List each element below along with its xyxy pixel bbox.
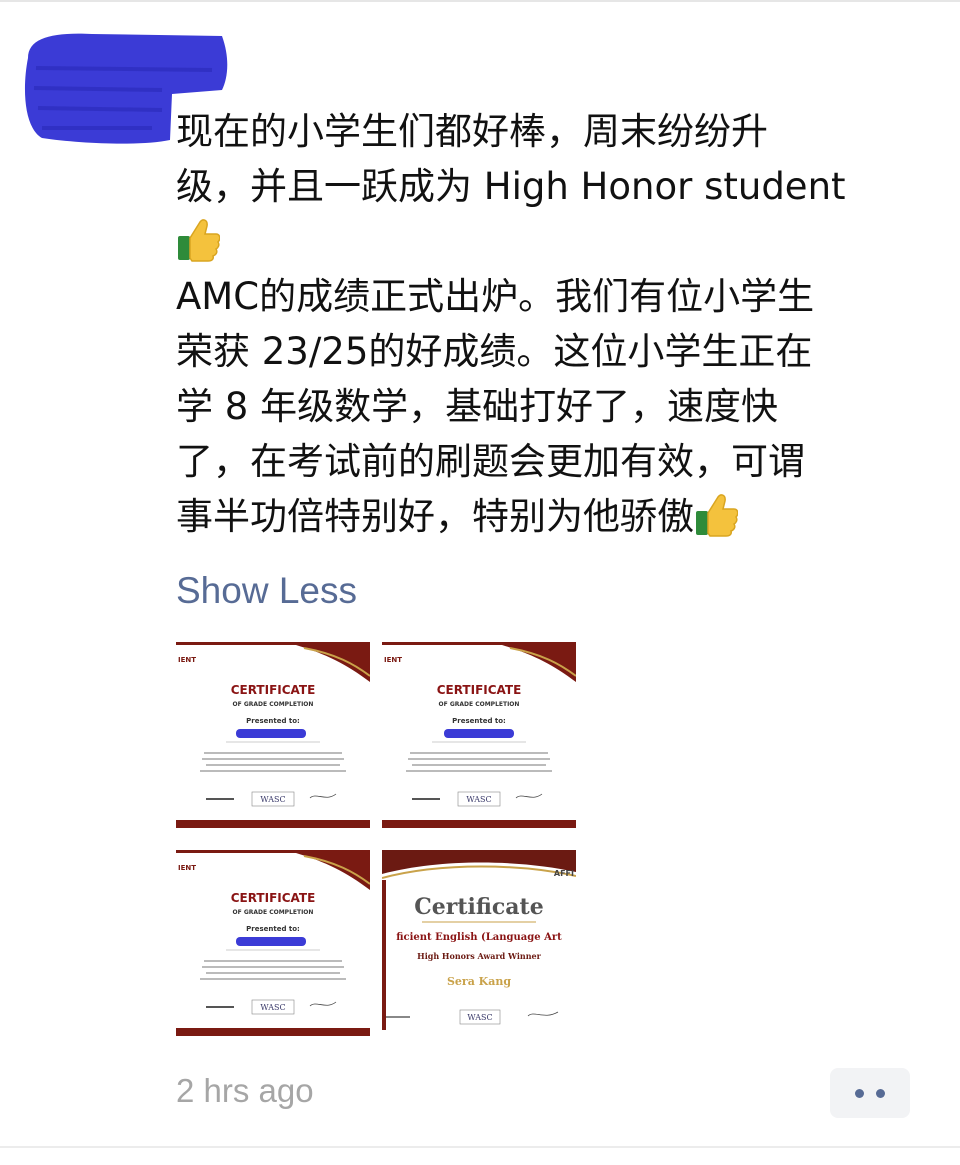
show-less-link[interactable]: Show Less bbox=[176, 570, 357, 612]
bottom-divider bbox=[0, 1146, 960, 1148]
post-line: 现在的小学生们都好棒，周末纷纷升 bbox=[176, 110, 768, 153]
certificate-award-line: ficient English (Language Art bbox=[396, 932, 562, 943]
certificate-subtitle: OF GRADE COMPLETION bbox=[439, 701, 520, 708]
post-timestamp: 2 hrs ago bbox=[176, 1072, 314, 1109]
more-options-button[interactable] bbox=[830, 1068, 910, 1118]
more-dots-icon bbox=[876, 1089, 885, 1098]
post-line: 级，并且一跃成为 High Honor student bbox=[176, 165, 846, 208]
certificate-presented: Presented to: bbox=[246, 925, 300, 933]
certificate-photo[interactable]: IENT CERTIFICATE OF GRADE COMPLETION Pre… bbox=[176, 642, 370, 830]
certificate-award-line: High Honors Award Winner bbox=[417, 951, 541, 961]
certificate-title: CERTIFICATE bbox=[437, 683, 522, 697]
photo-grid: IENT CERTIFICATE OF GRADE COMPLETION Pre… bbox=[176, 642, 578, 1040]
post-line: AMC的成绩正式出炉。我们有位小学生 bbox=[176, 275, 815, 318]
wasc-logo: WASC bbox=[260, 795, 285, 804]
certificate-title: Certificate bbox=[414, 894, 543, 920]
thumbs-up-icon bbox=[696, 494, 738, 537]
certificate-photo[interactable]: IENT CERTIFICATE OF GRADE COMPLETION Pre… bbox=[176, 850, 370, 1038]
certificate-presented: Presented to: bbox=[452, 717, 506, 725]
thumbs-up-icon bbox=[178, 219, 220, 262]
certificate-corner-text: IENT bbox=[178, 656, 196, 664]
more-dots-icon bbox=[855, 1089, 864, 1098]
certificate-recipient-name: Sera Kang bbox=[447, 975, 511, 988]
certificate-title: CERTIFICATE bbox=[231, 683, 316, 697]
wasc-logo: WASC bbox=[467, 1013, 492, 1022]
post-line: 学 8 年级数学，基础打好了，速度快 bbox=[176, 385, 779, 428]
post-line: 荣获 23/25的好成绩。这位小学生正在 bbox=[176, 330, 813, 373]
certificate-corner-text: IENT bbox=[384, 656, 402, 664]
post-line bbox=[176, 214, 936, 269]
post-line: 事半功倍特别好，特别为他骄傲 bbox=[176, 489, 936, 544]
certificate-presented: Presented to: bbox=[246, 717, 300, 725]
post-line: 了，在考试前的刷题会更加有效，可谓 bbox=[176, 440, 805, 483]
post-text: 现在的小学生们都好棒，周末纷纷升 级，并且一跃成为 High Honor stu… bbox=[176, 104, 936, 544]
certificate-subtitle: OF GRADE COMPLETION bbox=[233, 909, 314, 916]
top-divider bbox=[0, 0, 960, 2]
certificate-title: CERTIFICATE bbox=[231, 891, 316, 905]
certificate-subtitle: OF GRADE COMPLETION bbox=[233, 701, 314, 708]
certificate-photo[interactable]: AFFI Certificate ficient English (Langua… bbox=[382, 850, 576, 1038]
wasc-logo: WASC bbox=[466, 795, 491, 804]
certificate-corner-text: IENT bbox=[178, 864, 196, 872]
certificate-photo[interactable]: IENT CERTIFICATE OF GRADE COMPLETION Pre… bbox=[382, 642, 576, 830]
certificate-corner-text: AFFI bbox=[554, 869, 574, 878]
wasc-logo: WASC bbox=[260, 1003, 285, 1012]
